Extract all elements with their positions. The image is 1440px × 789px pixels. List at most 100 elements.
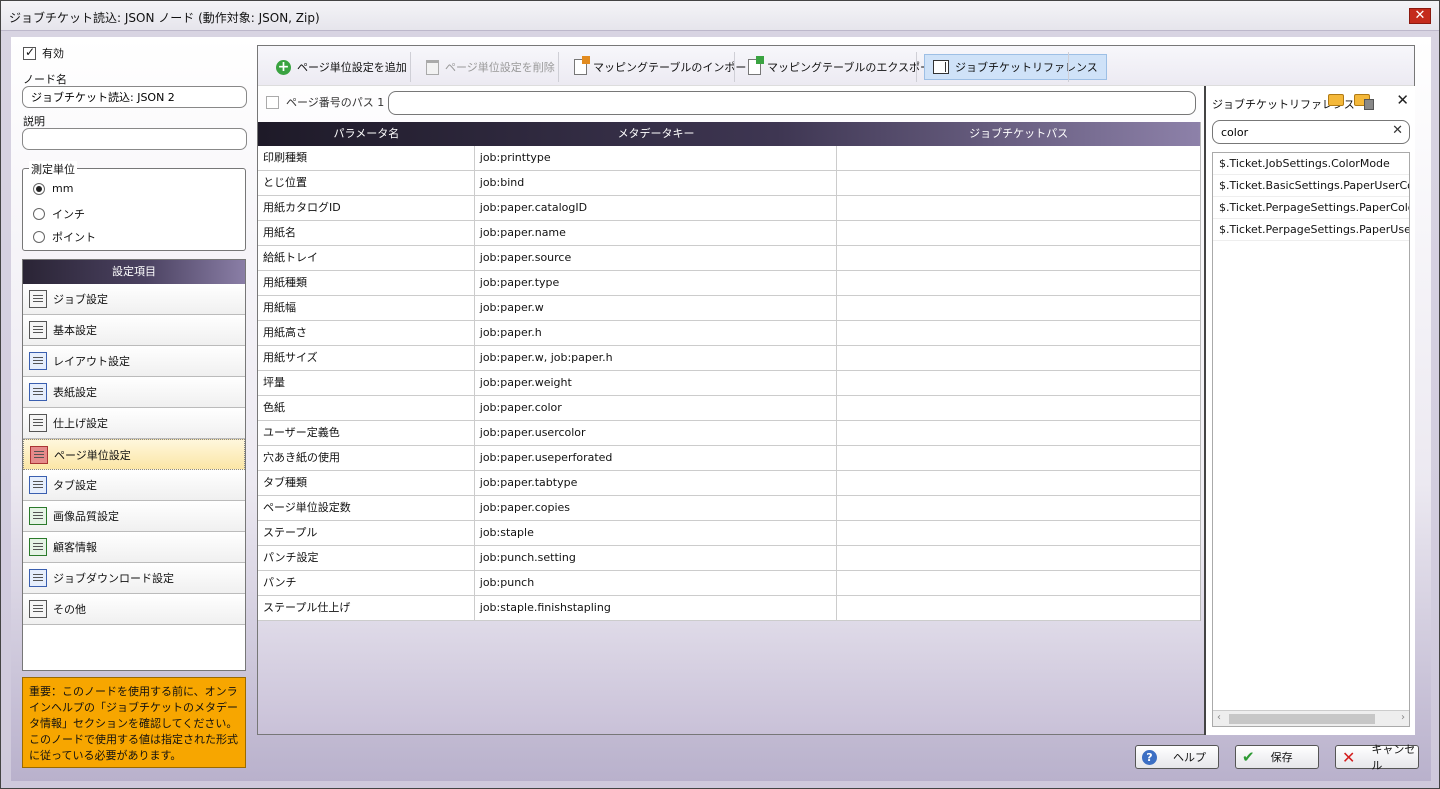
table-row[interactable]: 用紙サイズ job:paper.w, job:paper.h [258,346,1200,371]
close-window-button[interactable]: ✕ [1409,8,1431,24]
unit-radio-inch[interactable] [33,208,45,220]
cell-ticket-path[interactable] [837,396,1200,420]
export-mapping-button[interactable]: マッピングテーブルのエクスポート [740,54,950,80]
cell-ticket-path[interactable] [837,471,1200,495]
settings-item-label: タブ設定 [53,479,97,492]
open-folder-icon[interactable] [1328,94,1344,106]
import-mapping-button[interactable]: マッピングテーブルのインポート [566,54,765,80]
toolbar: + ページ単位設定を追加 ページ単位設定を削除 マッピングテーブルのインポート … [258,46,1414,86]
settings-item-label: ジョブ設定 [53,293,108,306]
page-path-input[interactable] [388,91,1196,115]
table-row[interactable]: 用紙名 job:paper.name [258,221,1200,246]
cell-ticket-path[interactable] [837,246,1200,270]
page-path-label: ページ番号のパス 1 [286,96,385,109]
settings-item-perpage[interactable]: ページ単位設定 [23,439,245,470]
table-row[interactable]: 給紙トレイ job:paper.source [258,246,1200,271]
cell-ticket-path[interactable] [837,321,1200,345]
cell-ticket-path[interactable] [837,446,1200,470]
table-row[interactable]: ページ単位設定数 job:paper.copies [258,496,1200,521]
settings-item-label: 仕上げ設定 [53,417,108,430]
unit-option-point[interactable]: ポイント [33,229,96,245]
cell-ticket-path[interactable] [837,371,1200,395]
table-row[interactable]: パンチ設定 job:punch.setting [258,546,1200,571]
cell-ticket-path[interactable] [837,221,1200,245]
unit-radio-mm[interactable] [33,182,45,195]
scroll-right-icon[interactable]: › [1401,712,1405,723]
dialog-body: 有効 ノード名 説明 測定単位 mm インチ ポイント [11,37,1431,781]
clear-search-icon[interactable]: ✕ [1392,123,1403,138]
cell-ticket-path[interactable] [837,196,1200,220]
cell-metadata-key: job:punch [475,571,838,595]
settings-item-layout[interactable]: レイアウト設定 [23,346,245,377]
page-path-checkbox[interactable] [266,95,279,109]
cancel-icon: ✕ [1342,747,1356,767]
table-row[interactable]: 色紙 job:paper.color [258,396,1200,421]
delete-perpage-button[interactable]: ページ単位設定を削除 [418,54,563,80]
table-row[interactable]: 印刷種類 job:printtype [258,146,1200,171]
cell-ticket-path[interactable] [837,346,1200,370]
node-name-input[interactable] [22,86,247,108]
unit-option-inch[interactable]: インチ [33,206,85,222]
table-row[interactable]: 用紙幅 job:paper.w [258,296,1200,321]
cell-ticket-path[interactable] [837,421,1200,445]
cell-ticket-path[interactable] [837,521,1200,545]
table-row[interactable]: ユーザー定義色 job:paper.usercolor [258,421,1200,446]
save-button[interactable]: ✔ 保存 [1235,745,1319,769]
unit-radio-point[interactable] [33,231,45,243]
scroll-left-icon[interactable]: ‹ [1217,712,1221,723]
cell-ticket-path[interactable] [837,571,1200,595]
import-icon [574,56,590,75]
table-row[interactable]: とじ位置 job:bind [258,171,1200,196]
list-item[interactable]: $.Ticket.PerpageSettings.PaperColor [1213,197,1409,219]
cell-ticket-path[interactable] [837,596,1200,620]
cell-ticket-path[interactable] [837,546,1200,570]
table-row[interactable]: ステープル job:staple [258,521,1200,546]
table-row[interactable]: 用紙種類 job:paper.type [258,271,1200,296]
settings-list: 設定項目 ジョブ設定 基本設定 レイアウト設定 表紙設定 仕上げ設定 ページ単位… [22,259,246,671]
table-row[interactable]: 穴あき紙の使用 job:paper.useperforated [258,446,1200,471]
cell-ticket-path[interactable] [837,146,1200,170]
reference-toggle-button[interactable]: ジョブチケットリファレンス [924,54,1107,80]
unit-option-mm[interactable]: mm [33,182,73,195]
list-item[interactable]: $.Ticket.JobSettings.ColorMode [1213,153,1409,175]
settings-item-tab[interactable]: タブ設定 [23,470,245,501]
description-input[interactable] [22,128,247,150]
close-icon[interactable]: ✕ [1396,91,1409,109]
settings-item-other[interactable]: その他 [23,594,245,625]
enabled-checkbox[interactable] [23,45,36,60]
cancel-button[interactable]: ✕ キャンセル [1335,743,1419,772]
unit-label-point: ポイント [52,231,96,244]
cell-ticket-path[interactable] [837,296,1200,320]
table-row[interactable]: パンチ job:punch [258,571,1200,596]
list-item[interactable]: $.Ticket.PerpageSettings.PaperUserColor [1213,219,1409,241]
table-row[interactable]: ステープル仕上げ job:staple.finishstapling [258,596,1200,621]
table-row[interactable]: タブ種類 job:paper.tabtype [258,471,1200,496]
table-row[interactable]: 坪量 job:paper.weight [258,371,1200,396]
list-item[interactable]: $.Ticket.BasicSettings.PaperUserColor [1213,175,1409,197]
settings-item-job-download[interactable]: ジョブダウンロード設定 [23,563,245,594]
settings-item-image-quality[interactable]: 画像品質設定 [23,501,245,532]
reference-search-input[interactable] [1212,120,1410,144]
enabled-checkbox-row[interactable]: 有効 [23,45,64,61]
cell-ticket-path[interactable] [837,171,1200,195]
cell-ticket-path[interactable] [837,271,1200,295]
table-row[interactable]: 用紙カタログID job:paper.catalogID [258,196,1200,221]
page-path-row[interactable]: ページ番号のパス 1 [266,94,384,110]
settings-item-basic[interactable]: 基本設定 [23,315,245,346]
help-label: ヘルプ [1173,751,1206,764]
cell-metadata-key: job:paper.useperforated [475,446,838,470]
settings-item-customer[interactable]: 顧客情報 [23,532,245,563]
settings-item-job[interactable]: ジョブ設定 [23,284,245,315]
scrollbar-thumb[interactable] [1229,714,1375,724]
cover-settings-icon [29,383,47,401]
folder-delete-icon[interactable] [1354,94,1374,110]
node-name-label: ノード名 [23,73,67,86]
settings-item-cover[interactable]: 表紙設定 [23,377,245,408]
horizontal-scrollbar[interactable]: ‹ › [1213,710,1409,726]
help-button[interactable]: ? ヘルプ [1135,745,1219,769]
add-perpage-button[interactable]: + ページ単位設定を追加 [268,54,415,80]
table-row[interactable]: 用紙高さ job:paper.h [258,321,1200,346]
settings-item-finishing[interactable]: 仕上げ設定 [23,408,245,439]
cell-ticket-path[interactable] [837,496,1200,520]
window-title: ジョブチケット読込: JSON ノード (動作対象: JSON, Zip) [9,11,320,25]
